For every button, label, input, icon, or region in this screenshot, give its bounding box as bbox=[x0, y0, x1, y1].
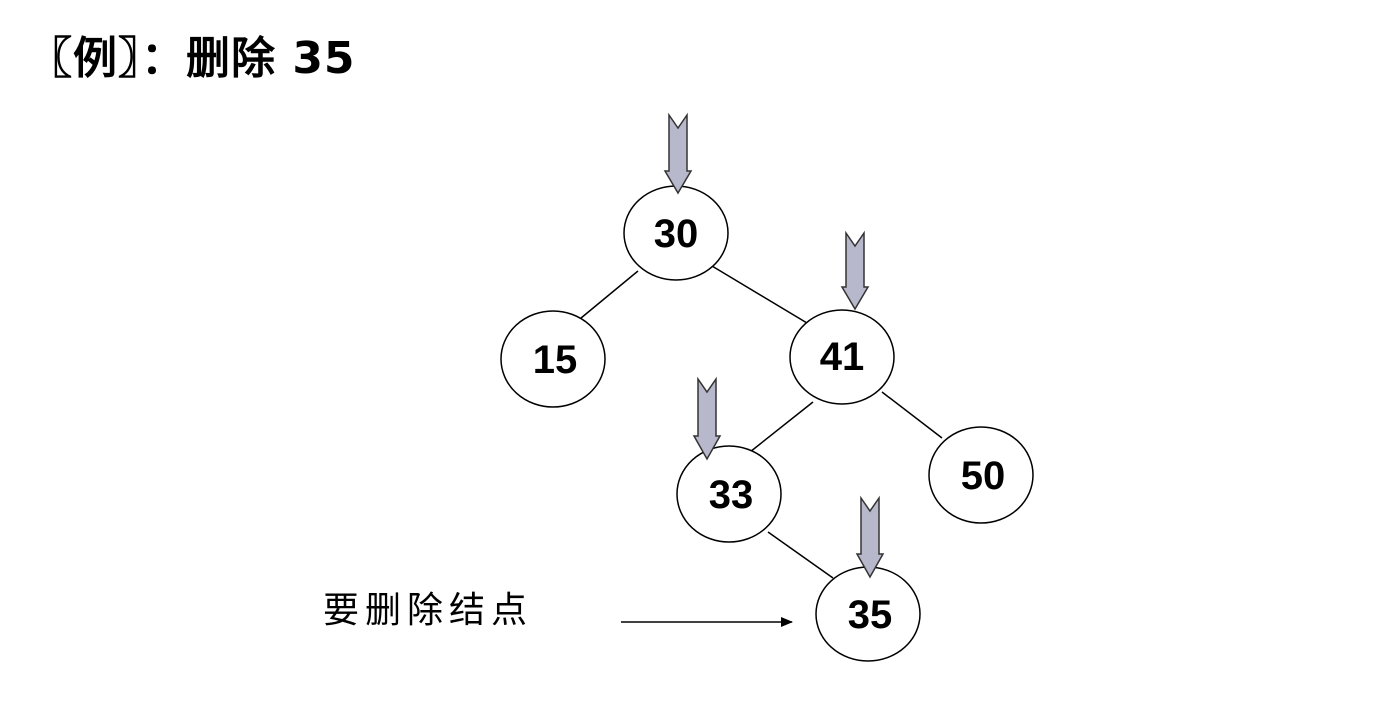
node-label: 41 bbox=[820, 335, 865, 379]
edge-30-41 bbox=[711, 265, 813, 327]
node-label: 50 bbox=[961, 454, 1006, 498]
node-label: 15 bbox=[533, 338, 578, 382]
node-label: 33 bbox=[709, 473, 754, 517]
node-label: 35 bbox=[848, 593, 893, 637]
tree-node-50: 50 bbox=[928, 426, 1034, 524]
tree-node-33: 33 bbox=[676, 445, 782, 543]
node-label: 30 bbox=[654, 212, 699, 256]
edge-30-15 bbox=[574, 270, 639, 324]
binary-search-tree-diagram: 30 15 41 33 50 35 要删除结点 bbox=[323, 112, 1034, 662]
slide: 〖例〗：删除 35 30 15 41 33 50 35 要删除结点 bbox=[0, 0, 1384, 724]
delete-target-caption: 要删除结点 bbox=[323, 590, 533, 631]
pointer-arrow-icon bbox=[855, 495, 885, 579]
tree-node-41: 41 bbox=[789, 309, 895, 405]
edge-33-35 bbox=[767, 531, 834, 579]
pointer-arrow-icon bbox=[663, 112, 693, 195]
edge-41-33 bbox=[749, 401, 814, 453]
pointer-arrow-icon bbox=[840, 230, 870, 311]
tree-node-15: 15 bbox=[500, 310, 606, 408]
tree-node-35: 35 bbox=[815, 566, 921, 662]
edge-41-50 bbox=[881, 391, 943, 439]
tree-node-30: 30 bbox=[623, 185, 729, 281]
